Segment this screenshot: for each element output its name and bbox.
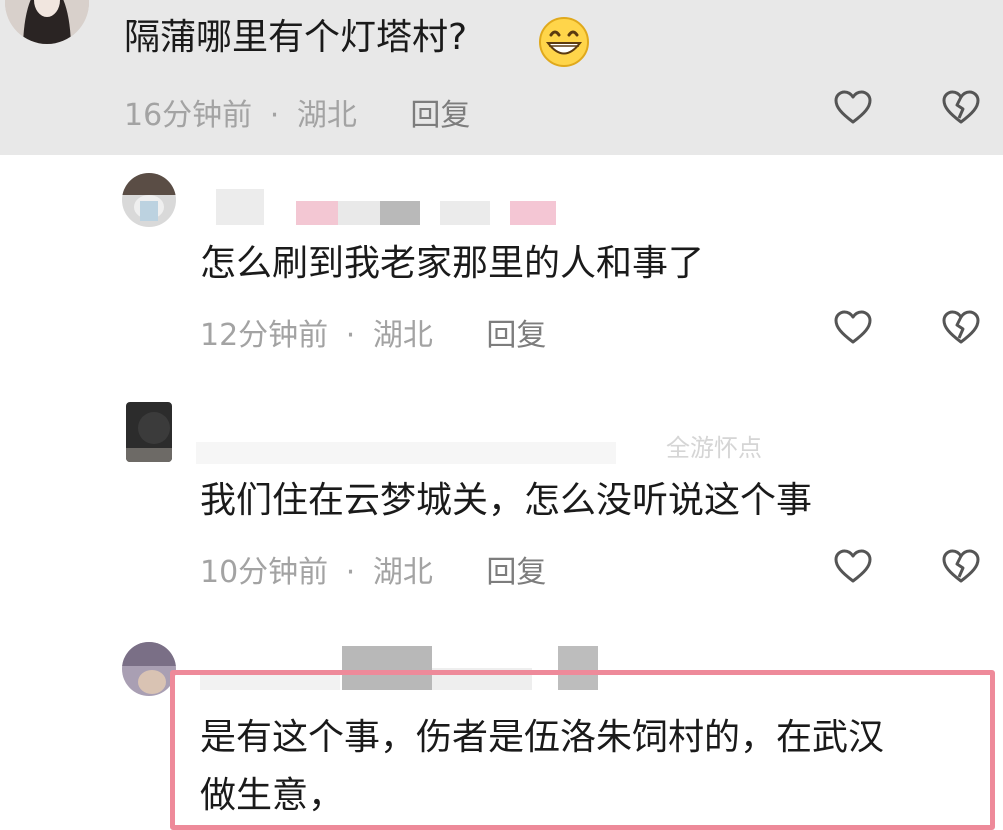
- reply-button[interactable]: 回复: [486, 555, 546, 590]
- username-obscured[interactable]: q: [196, 185, 566, 225]
- comment-text: 怎么刷到我老家那里的人和事了: [200, 243, 705, 284]
- comment-text: 隔蒲哪里有个灯塔村?: [124, 17, 468, 58]
- username-mosaic: [196, 442, 616, 464]
- comment-time: 12分钟前: [200, 318, 329, 353]
- heart-outline-icon[interactable]: [833, 88, 873, 128]
- comment-text-line-2: 做生意，: [200, 775, 345, 816]
- username-mosaic: [510, 201, 556, 225]
- heart-outline-icon[interactable]: [833, 308, 873, 348]
- broken-heart-icon[interactable]: [941, 88, 981, 128]
- comment-time: 16分钟前: [124, 98, 253, 133]
- avatar[interactable]: [5, 0, 89, 44]
- reply-button[interactable]: 回复: [486, 318, 546, 353]
- avatar-image: [122, 642, 176, 696]
- avatar-image: [5, 0, 89, 44]
- grinning-face-emoji-icon: [539, 17, 589, 67]
- username-mosaic: [380, 201, 420, 225]
- comment-text-line-1: 是有这个事，伤者是伍洛朱饲村的，在武汉: [200, 717, 885, 758]
- comment-meta: 10分钟前 · 湖北 回复: [200, 547, 546, 591]
- broken-heart-icon[interactable]: [941, 547, 981, 587]
- comment-location: 湖北: [296, 98, 357, 133]
- comment-location: 湖北: [372, 555, 433, 590]
- username-mosaic: [216, 189, 264, 225]
- comment-location: 湖北: [372, 318, 433, 353]
- username-mosaic: [296, 201, 338, 225]
- comment-text: 我们住在云梦城关，怎么没听说这个事: [200, 480, 813, 521]
- comment-1: 隔蒲哪里有个灯塔村? 16分钟前 · 湖北 回复: [0, 0, 1003, 155]
- username-fragment: 全游怀点: [666, 434, 762, 462]
- avatar-image: [126, 402, 172, 462]
- comment-meta: 16分钟前 · 湖北 回复: [124, 90, 470, 134]
- heart-outline-icon[interactable]: [833, 547, 873, 587]
- username-mosaic: [440, 201, 490, 225]
- avatar[interactable]: [122, 642, 176, 696]
- broken-heart-icon[interactable]: [941, 308, 981, 348]
- meta-separator: ·: [269, 98, 280, 133]
- meta-separator: ·: [345, 318, 356, 353]
- avatar[interactable]: [126, 402, 172, 462]
- username-obscured[interactable]: 全游怀点: [196, 424, 856, 464]
- avatar[interactable]: [122, 173, 176, 227]
- comment-2: q 怎么刷到我老家那里的人和事了 12分钟前 · 湖北 回复: [0, 155, 1003, 380]
- comment-meta: 12分钟前 · 湖北 回复: [200, 310, 546, 354]
- comment-3: 全游怀点 我们住在云梦城关，怎么没听说这个事 10分钟前 · 湖北 回复: [0, 380, 1003, 620]
- meta-separator: ·: [345, 555, 356, 590]
- reply-button[interactable]: 回复: [410, 98, 470, 133]
- avatar-image: [122, 173, 176, 227]
- username-mosaic: [338, 201, 380, 225]
- comment-time: 10分钟前: [200, 555, 329, 590]
